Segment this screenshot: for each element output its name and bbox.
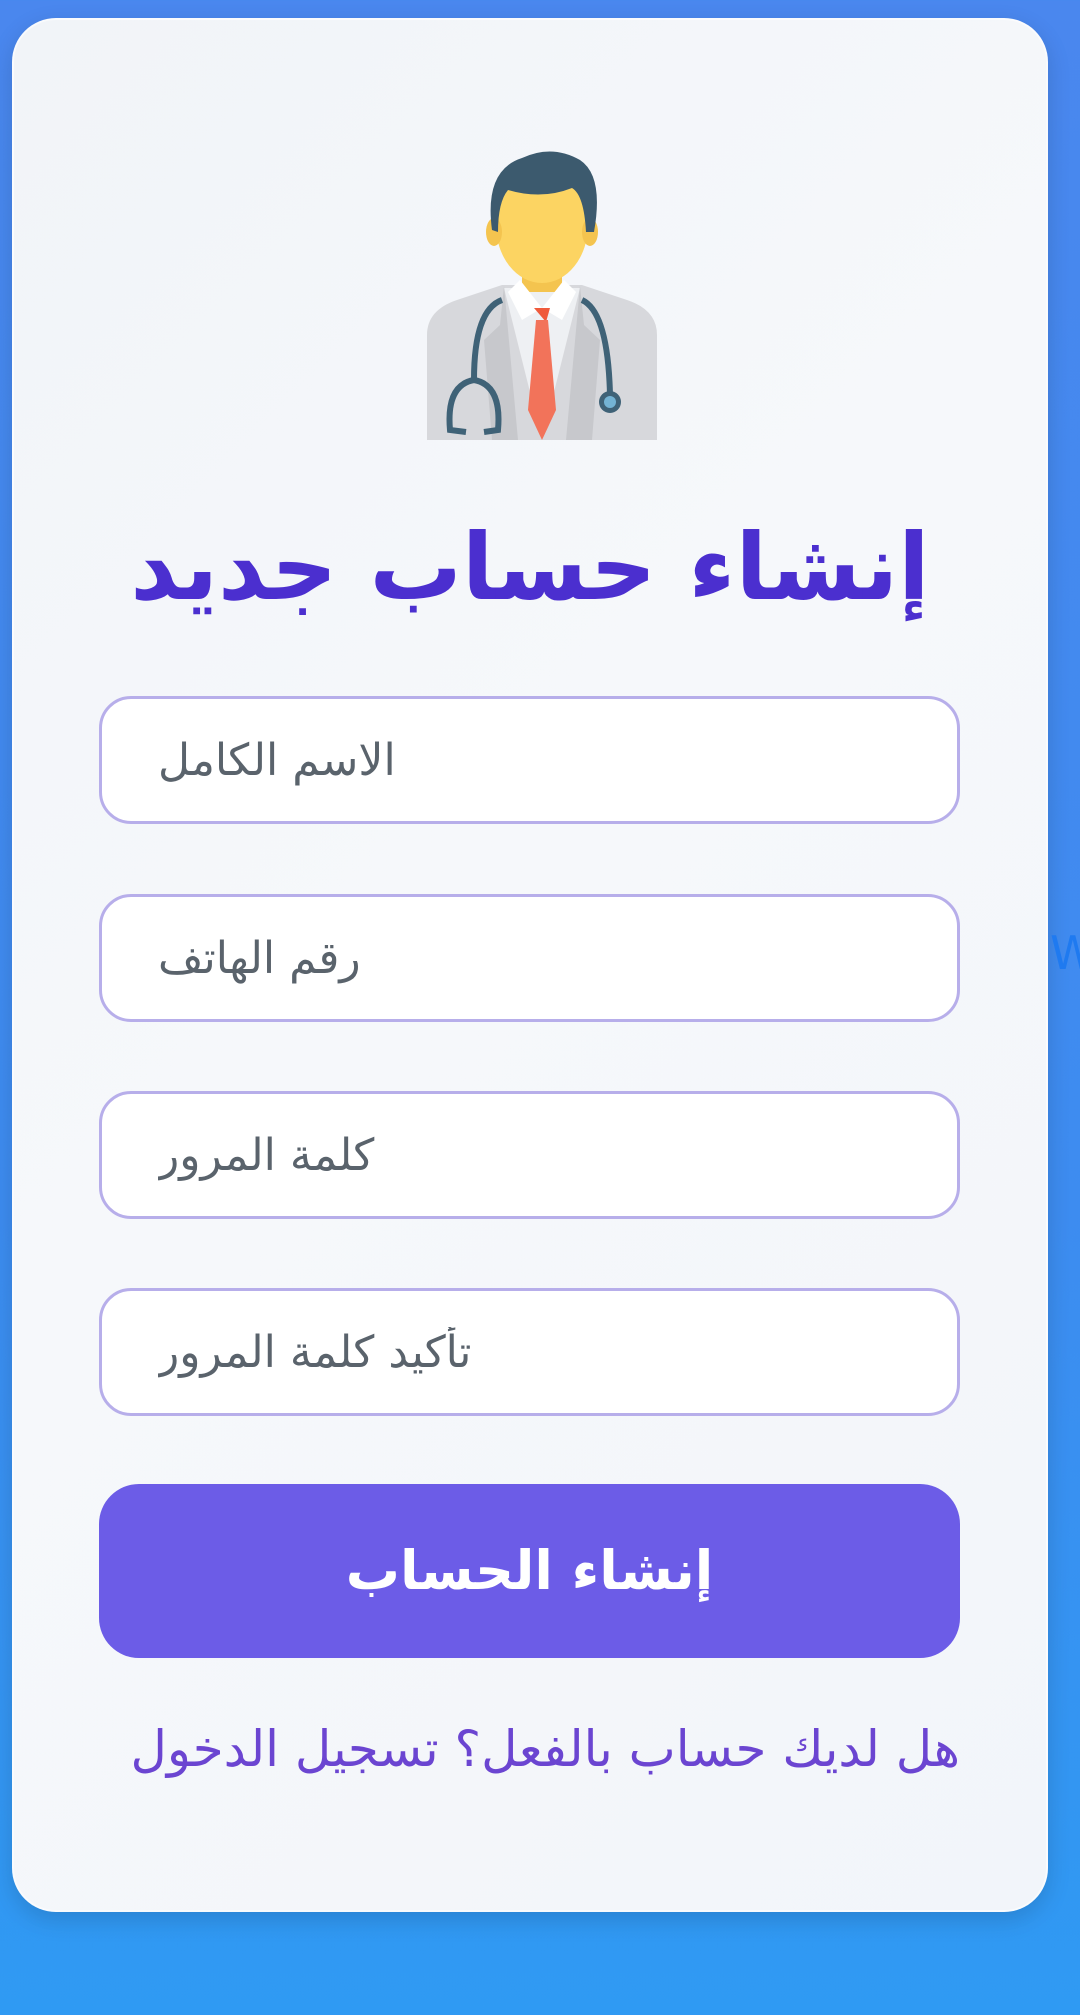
password-field[interactable]: [99, 1091, 960, 1219]
phone-input[interactable]: [102, 897, 957, 1019]
confirm-password-field[interactable]: [99, 1288, 960, 1416]
confirm-password-input[interactable]: [102, 1291, 957, 1413]
create-account-button[interactable]: إنشاء الحساب: [99, 1484, 960, 1658]
full-name-input[interactable]: [102, 699, 957, 821]
password-input[interactable]: [102, 1094, 957, 1216]
edge-fragment: W: [1050, 926, 1080, 980]
page-title: إنشاء حساب جديد: [130, 514, 930, 621]
phone-field[interactable]: [99, 894, 960, 1022]
doctor-avatar-icon: [427, 151, 657, 440]
login-prompt: هل لديك حساب بالفعل؟ تسجيل الدخول: [99, 1720, 960, 1778]
login-question: هل لديك حساب بالفعل؟: [454, 1720, 960, 1778]
full-name-field[interactable]: [99, 696, 960, 824]
login-link[interactable]: تسجيل الدخول: [131, 1720, 439, 1778]
